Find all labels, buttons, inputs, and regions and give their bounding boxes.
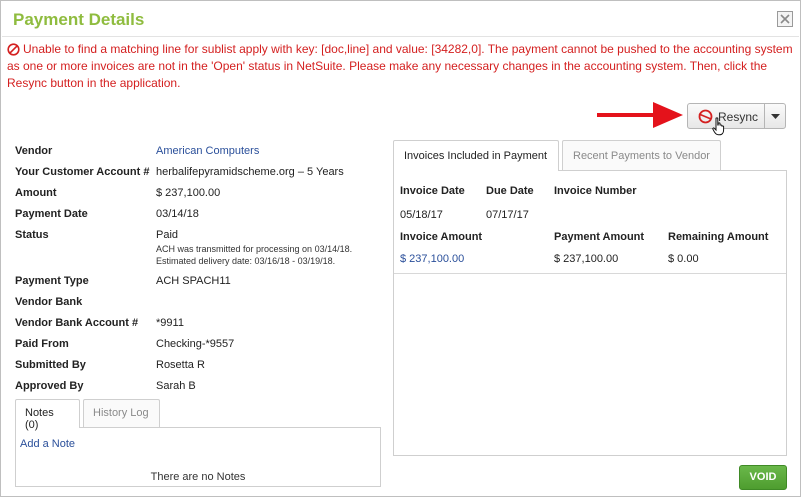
prohibited-icon [7, 43, 20, 56]
vendor-bank-account-value: *9911 [156, 317, 184, 329]
red-arrow-icon [597, 102, 683, 128]
amount-value: $ 237,100.00 [156, 187, 221, 199]
detail-row-paid-from: Paid From Checking-*9557 [15, 335, 385, 356]
resync-button[interactable]: Resync [687, 103, 765, 129]
detail-row-vendor-bank: Vendor Bank [15, 293, 385, 314]
tab-invoices-included[interactable]: Invoices Included in Payment [393, 140, 559, 171]
paid-from-value: Checking-*9557 [156, 338, 235, 350]
dialog-title: Payment Details [13, 10, 145, 29]
remaining-amount-header: Remaining Amount [668, 231, 769, 243]
approved-by-label: Approved By [15, 380, 84, 392]
customer-account-value: herbalifepyramidscheme.org – 5 Years [156, 166, 344, 178]
remaining-amount-value: $ 0.00 [668, 253, 699, 265]
detail-row-payment-type: Payment Type ACH SPACH11 [15, 272, 385, 293]
invoice-amount-header: Invoice Amount [400, 231, 483, 243]
invoice-date-header: Invoice Date [400, 185, 465, 197]
resync-dropdown-button[interactable] [764, 103, 786, 129]
payment-amount-header: Payment Amount [554, 231, 645, 243]
payment-date-label: Payment Date [15, 208, 88, 220]
payment-date-value: 03/14/18 [156, 208, 199, 220]
paid-from-label: Paid From [15, 338, 69, 350]
invoice-date-value: 05/18/17 [400, 209, 443, 221]
payment-details-dialog: Payment Details Unable to find a matchin… [0, 0, 801, 497]
due-date-value: 07/17/17 [486, 209, 529, 221]
tab-recent-payments[interactable]: Recent Payments to Vendor [562, 140, 721, 171]
close-button[interactable] [777, 11, 793, 27]
payment-type-value: ACH SPACH11 [156, 275, 231, 287]
add-note-link[interactable]: Add a Note [20, 438, 75, 450]
error-text: Unable to find a matching line for subli… [7, 42, 793, 90]
status-note-delivery: Estimated delivery date: 03/16/18 - 03/1… [156, 256, 336, 266]
detail-row-vendor: Vendor American Computers [15, 142, 385, 163]
vendor-bank-label: Vendor Bank [15, 296, 83, 308]
vendor-bank-account-label: Vendor Bank Account # [15, 317, 139, 329]
error-message: Unable to find a matching line for subli… [7, 41, 799, 92]
status-note-transmitted: ACH was transmitted for processing on 03… [156, 244, 353, 254]
status-label: Status [15, 229, 49, 241]
detail-row-amount: Amount $ 237,100.00 [15, 184, 385, 205]
notes-panel: Add a Note There are no Notes [15, 427, 381, 487]
vendor-label: Vendor [15, 145, 53, 157]
submitted-by-label: Submitted By [15, 359, 86, 371]
payment-details-list: Vendor American Computers Your Customer … [15, 142, 385, 398]
detail-row-approved-by: Approved By Sarah B [15, 377, 385, 398]
chevron-down-icon [771, 114, 780, 119]
detail-row-vendor-bank-account: Vendor Bank Account # *9911 [15, 314, 385, 335]
tab-history-log[interactable]: History Log [83, 399, 160, 428]
empty-notes-text: There are no Notes [150, 471, 246, 483]
invoice-row-divider [394, 273, 786, 274]
close-icon [780, 14, 790, 24]
approved-by-value: Sarah B [156, 380, 196, 392]
void-button[interactable]: VOID [739, 465, 787, 490]
payment-type-label: Payment Type [15, 275, 89, 287]
detail-row-customer-account: Your Customer Account # herbalifepyramid… [15, 163, 385, 184]
title-bar: Payment Details [2, 2, 799, 37]
due-date-header: Due Date [486, 185, 534, 197]
hand-cursor-icon [712, 117, 725, 136]
payment-amount-value: $ 237,100.00 [554, 253, 619, 265]
vendor-link[interactable]: American Computers [156, 145, 259, 157]
invoice-number-header: Invoice Number [554, 185, 637, 197]
detail-row-payment-date: Payment Date 03/14/18 [15, 205, 385, 226]
status-value: Paid [156, 229, 179, 241]
customer-account-label: Your Customer Account # [15, 166, 150, 178]
invoices-panel: Invoice Date Due Date Invoice Number 05/… [393, 170, 787, 456]
detail-row-status: Status Paid ACH was transmitted for proc… [15, 226, 385, 272]
invoice-amount-link[interactable]: $ 237,100.00 [400, 253, 464, 265]
detail-row-submitted-by: Submitted By Rosetta R [15, 356, 385, 377]
tab-notes[interactable]: Notes (0) [15, 399, 80, 431]
amount-label: Amount [15, 187, 57, 199]
submitted-by-value: Rosetta R [156, 359, 205, 371]
